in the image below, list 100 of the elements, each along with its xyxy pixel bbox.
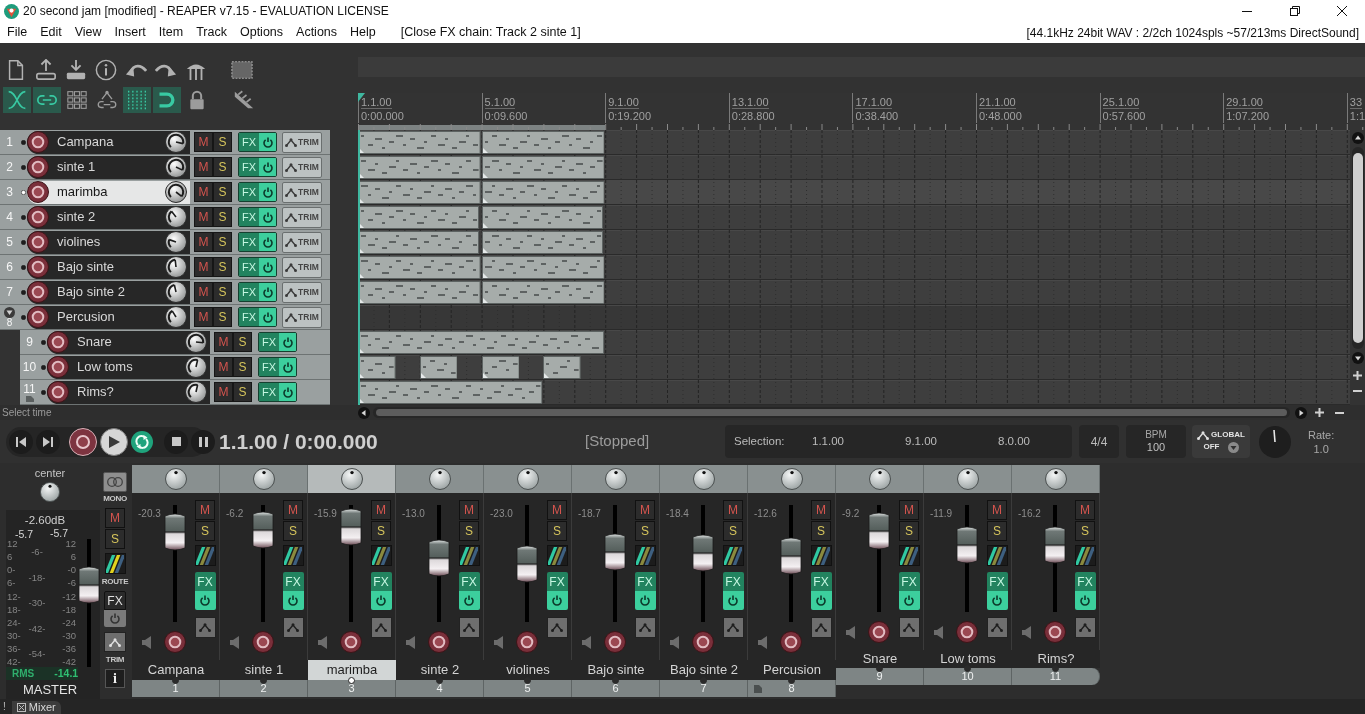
record-arm-icon[interactable] [27, 156, 49, 178]
repeat-button[interactable] [131, 430, 153, 453]
fader-thumb[interactable] [428, 537, 450, 578]
solo-button[interactable]: S [213, 307, 232, 327]
route-button[interactable] [634, 545, 656, 566]
record-arm-icon[interactable] [27, 131, 49, 153]
volume-knob[interactable] [165, 156, 187, 178]
record-arm-icon[interactable] [164, 631, 186, 653]
menu-item[interactable]: Item [158, 23, 184, 42]
fx-button[interactable]: FX [239, 233, 259, 251]
fx-bypass-button[interactable] [722, 591, 744, 610]
track-name-panel[interactable]: Bajo sinte [27, 255, 190, 279]
volume-knob[interactable] [185, 381, 207, 403]
crossfade-button[interactable] [3, 87, 31, 113]
track-name-label[interactable]: Percusion [748, 660, 836, 680]
info-button[interactable]: i [105, 669, 125, 688]
track-name-panel[interactable]: Rims? [47, 380, 210, 404]
solo-button[interactable]: S [233, 382, 252, 402]
fx-bypass-button[interactable] [458, 591, 480, 610]
close-box-icon[interactable] [16, 703, 26, 712]
playrate-mode-panel[interactable]: GLOBAL OFF [1192, 425, 1250, 458]
record-arm-icon[interactable] [47, 381, 69, 403]
fx-bypass-button[interactable] [279, 333, 296, 351]
mute-button[interactable]: M [194, 232, 213, 252]
trim-button[interactable] [104, 632, 126, 652]
fx-bypass-button[interactable] [259, 233, 276, 251]
solo-button[interactable]: S [233, 357, 252, 377]
fx-bypass-button[interactable] [194, 591, 216, 610]
plus-icon[interactable] [1353, 371, 1362, 380]
volume-knob[interactable] [165, 206, 187, 228]
solo-button[interactable]: S [233, 332, 252, 352]
route-button[interactable] [986, 545, 1008, 566]
stop-button[interactable] [164, 429, 188, 454]
midi-item[interactable] [358, 331, 605, 354]
midi-item[interactable] [358, 356, 396, 379]
docker-tab[interactable]: Mixer [11, 701, 61, 714]
link-button[interactable] [33, 87, 61, 113]
volume-knob[interactable] [165, 181, 187, 203]
track-name-panel[interactable]: marimba [27, 180, 190, 204]
fader-thumb[interactable] [604, 531, 626, 572]
pan-knob[interactable] [516, 468, 539, 490]
record-arm-icon[interactable] [27, 306, 49, 328]
route-button[interactable] [546, 545, 568, 566]
route-button[interactable] [282, 545, 304, 566]
solo-button[interactable]: S [213, 132, 232, 152]
mute-button[interactable]: M [194, 282, 213, 302]
pan-knob[interactable] [428, 468, 451, 490]
record-arm-icon[interactable] [27, 206, 49, 228]
solo-button[interactable]: S [811, 521, 831, 541]
pan-knob[interactable] [40, 482, 60, 502]
route-button[interactable] [194, 545, 216, 566]
midi-item[interactable] [358, 256, 481, 279]
plus-icon[interactable] [1315, 408, 1324, 417]
solo-button[interactable]: S [987, 521, 1007, 541]
fx-bypass-button[interactable] [279, 383, 296, 401]
solo-button[interactable]: S [1075, 521, 1095, 541]
track-name-label[interactable]: violines [484, 660, 572, 680]
track-name-panel[interactable]: Campana [27, 130, 190, 154]
fx-bypass-button[interactable] [279, 358, 296, 376]
mute-button[interactable]: M [214, 382, 233, 402]
midi-item[interactable] [481, 356, 520, 379]
fx-button[interactable]: FX [259, 383, 279, 401]
midi-item[interactable] [358, 156, 481, 179]
menu-item[interactable]: Actions [296, 23, 338, 42]
fx-button[interactable]: FX [239, 258, 259, 276]
menu-item[interactable]: Help [350, 23, 376, 42]
fx-bypass-button[interactable] [259, 308, 276, 326]
fader-thumb[interactable] [164, 511, 186, 552]
solo-button[interactable]: S [195, 521, 215, 541]
fx-bypass-button[interactable] [259, 258, 276, 276]
record-arm-icon[interactable] [516, 631, 538, 653]
scrollbar-thumb[interactable] [1352, 153, 1363, 343]
solo-button[interactable]: S [213, 182, 232, 202]
record-arm-icon[interactable] [868, 621, 890, 643]
go-to-end-button[interactable] [36, 429, 60, 454]
fx-button[interactable]: FX [634, 572, 656, 591]
midi-item[interactable] [481, 206, 603, 229]
fx-button[interactable]: FX [239, 158, 259, 176]
route-button[interactable] [1074, 545, 1096, 566]
maximize-icon[interactable] [1290, 6, 1300, 16]
scroll-up-icon[interactable] [1351, 132, 1364, 144]
trim-button[interactable]: TRIM [282, 156, 322, 178]
midi-item[interactable] [481, 181, 605, 204]
track-name-label[interactable]: Bajo sinte 2 [660, 660, 748, 680]
track-name-label[interactable]: Low toms [924, 650, 1012, 668]
fx-button[interactable]: FX [239, 183, 259, 201]
pan-knob[interactable] [780, 468, 803, 490]
volume-knob[interactable] [165, 131, 187, 153]
fx-bypass-button[interactable] [259, 183, 276, 201]
mute-button[interactable]: M [214, 357, 233, 377]
mute-button[interactable]: M [194, 257, 213, 277]
minus-icon[interactable] [1335, 411, 1344, 414]
fader-thumb[interactable] [1044, 524, 1066, 565]
pan-knob[interactable] [164, 468, 187, 490]
track-name-panel[interactable]: sinte 1 [27, 155, 190, 179]
dotted-grid-button[interactable] [123, 87, 151, 113]
track-name-panel[interactable]: violines [27, 230, 190, 254]
route-button[interactable] [810, 545, 832, 566]
midi-item[interactable] [358, 206, 480, 229]
solo-button[interactable]: S [213, 282, 232, 302]
